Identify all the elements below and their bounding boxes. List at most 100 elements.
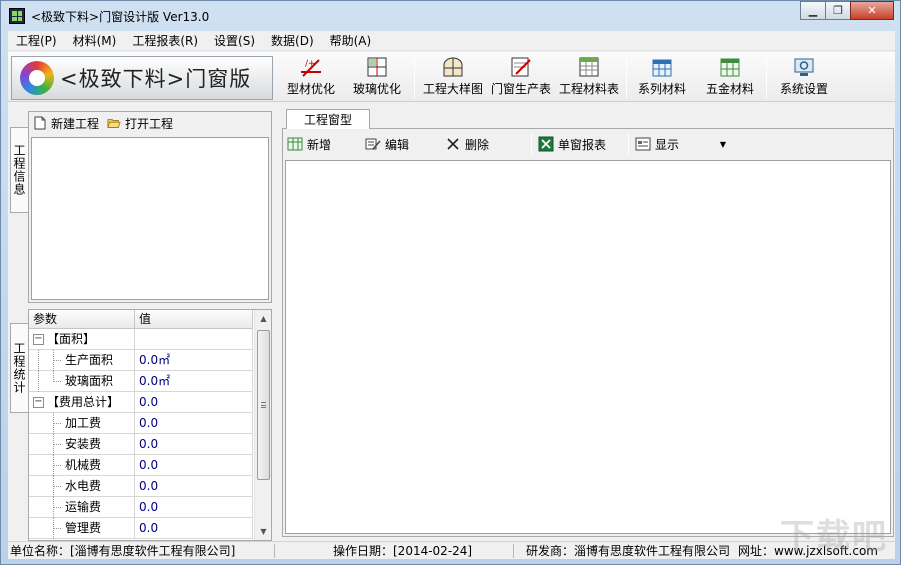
row-value: 0.0: [135, 392, 253, 412]
close-button[interactable]: ✕: [850, 1, 894, 20]
table-row[interactable]: 机械费 0.0: [29, 455, 253, 476]
delete-icon: [445, 136, 461, 152]
table-row[interactable]: 加工费 0.0: [29, 413, 253, 434]
toolbar-material-sheet-button[interactable]: 工程材料表: [556, 54, 622, 100]
scroll-up-icon[interactable]: ▲: [255, 310, 271, 327]
header-param[interactable]: 参数: [29, 310, 135, 328]
open-folder-icon: [107, 116, 121, 130]
menu-report[interactable]: 工程报表(R): [124, 31, 206, 51]
row-param: 生产面积: [29, 350, 135, 371]
table-row[interactable]: 水电费 0.0: [29, 476, 253, 497]
tree-line: [38, 350, 39, 371]
open-project-label: 打开工程: [125, 116, 174, 131]
row-param-text: 运输费: [65, 500, 102, 514]
row-param: 玻璃面积: [29, 371, 135, 392]
tab-project-stats[interactable]: 工程统计: [10, 323, 28, 413]
toolbar-label: 工程大样图: [422, 82, 483, 96]
toolbar-label: 型材优化: [286, 82, 335, 96]
svg-text:/+: /+: [305, 59, 316, 69]
single-report-button[interactable]: 单窗报表: [538, 132, 622, 156]
toolbar-settings-button[interactable]: 系统设置: [772, 54, 836, 100]
display-button[interactable]: 显示: [635, 132, 713, 156]
menu-help[interactable]: 帮助(A): [322, 31, 380, 51]
toolbar-glass-optimize-button[interactable]: 玻璃优化: [346, 54, 408, 100]
toolbar-separator: [626, 58, 627, 98]
display-dropdown[interactable]: ▼: [713, 132, 733, 156]
stats-scrollbar[interactable]: ▲ ▼: [254, 310, 271, 540]
left-panel: 工程信息 工程统计 新建工程 打开工程 参数 值 − 【面积】 生产面积 0.0…: [8, 107, 274, 541]
menu-project[interactable]: 工程(P): [8, 31, 65, 51]
tree-line: [53, 486, 61, 487]
row-param-text: 安装费: [65, 437, 102, 451]
stats-grid: 参数 值 − 【面积】 生产面积 0.0㎡ 玻璃面积 0.0㎡ − 【费用总计】…: [29, 310, 253, 539]
table-row[interactable]: − 【面积】: [29, 329, 253, 350]
status-divider: [274, 544, 275, 558]
table-row[interactable]: 生产面积 0.0㎡: [29, 350, 253, 371]
row-value: 0.0: [135, 518, 253, 538]
toolbar-drawing-button[interactable]: 工程大样图: [420, 54, 486, 100]
row-param-text: 机械费: [65, 458, 102, 472]
tab-project-windows[interactable]: 工程窗型: [286, 109, 370, 130]
row-value: 0.0: [135, 434, 253, 454]
row-param: − 【费用总计】: [29, 392, 135, 412]
add-button[interactable]: 新增: [287, 132, 365, 156]
edit-button[interactable]: 编辑: [365, 132, 445, 156]
tree-line: [53, 465, 61, 466]
table-row[interactable]: 安装费 0.0: [29, 434, 253, 455]
toolbar-label: 玻璃优化: [352, 82, 401, 96]
table-row[interactable]: − 【费用总计】 0.0: [29, 392, 253, 413]
row-param: 管理费: [29, 518, 135, 539]
project-info-box[interactable]: [31, 137, 269, 300]
drawing-icon: [441, 56, 465, 78]
display-icon: [635, 136, 651, 152]
window-list-area[interactable]: [285, 160, 891, 534]
header-value[interactable]: 值: [135, 310, 253, 328]
new-project-button[interactable]: 新建工程: [33, 115, 99, 132]
toolbar-separator: [414, 58, 415, 98]
scroll-thumb[interactable]: [257, 330, 270, 480]
scroll-down-icon[interactable]: ▼: [255, 523, 271, 540]
table-row[interactable]: 运输费 0.0: [29, 497, 253, 518]
excel-report-icon: [538, 136, 554, 152]
app-icon: [9, 8, 25, 24]
menu-material[interactable]: 材料(M): [65, 31, 125, 51]
row-param: 安装费: [29, 434, 135, 455]
status-divider: [513, 544, 514, 558]
toolbar-production-sheet-button[interactable]: 门窗生产表: [488, 54, 554, 100]
delete-button[interactable]: 删除: [445, 132, 525, 156]
toolbar-label: 系列材料: [637, 82, 686, 96]
project-stats-panel: 参数 值 − 【面积】 生产面积 0.0㎡ 玻璃面积 0.0㎡ − 【费用总计】…: [28, 309, 272, 541]
toolbar-profile-optimize-button[interactable]: /+ 型材优化: [280, 54, 342, 100]
menu-settings[interactable]: 设置(S): [206, 31, 263, 51]
material-sheet-icon: [577, 56, 601, 78]
row-value: 0.0: [135, 413, 253, 433]
toolbar-separator: [628, 133, 629, 155]
menu-bar: 工程(P) 材料(M) 工程报表(R) 设置(S) 数据(D) 帮助(A): [8, 31, 895, 51]
status-developer: 研发商：淄博有思度软件工程有限公司: [526, 544, 731, 558]
edit-icon: [365, 136, 381, 152]
row-param-text: 【费用总计】: [47, 395, 120, 409]
table-row[interactable]: 管理费 0.0: [29, 518, 253, 539]
collapse-icon[interactable]: −: [33, 334, 44, 345]
row-param-text: 生产面积: [65, 353, 114, 367]
menu-data[interactable]: 数据(D): [263, 31, 322, 51]
add-grid-icon: [287, 136, 303, 152]
collapse-icon[interactable]: −: [33, 397, 44, 408]
new-file-icon: [33, 116, 47, 130]
toolbar-label: 工程材料表: [558, 82, 619, 96]
toolbar-hardware-button[interactable]: 五金材料: [698, 54, 762, 100]
minimize-button[interactable]: ▁: [800, 1, 826, 20]
toolbar-series-button[interactable]: 系列材料: [630, 54, 694, 100]
logo-mark-icon: [20, 61, 54, 95]
toolbar-label: 五金材料: [705, 82, 754, 96]
open-project-button[interactable]: 打开工程: [107, 115, 173, 132]
tree-line: [53, 381, 61, 382]
row-value: 0.0: [135, 455, 253, 475]
main-toolbar: <极致下料>门窗版 /+ 型材优化 玻璃优化 工程大样图 门窗生产表 工程材料表…: [8, 52, 895, 102]
tab-project-info[interactable]: 工程信息: [10, 127, 28, 213]
restore-button[interactable]: ❐: [825, 1, 851, 20]
title-bar: <极致下料>门窗设计版 Ver13.0 ▁ ❐ ✕: [1, 1, 900, 31]
table-row[interactable]: 玻璃面积 0.0㎡: [29, 371, 253, 392]
status-date: 操作日期：[2014-02-24]: [333, 544, 473, 558]
chevron-down-icon: ▼: [719, 139, 727, 149]
